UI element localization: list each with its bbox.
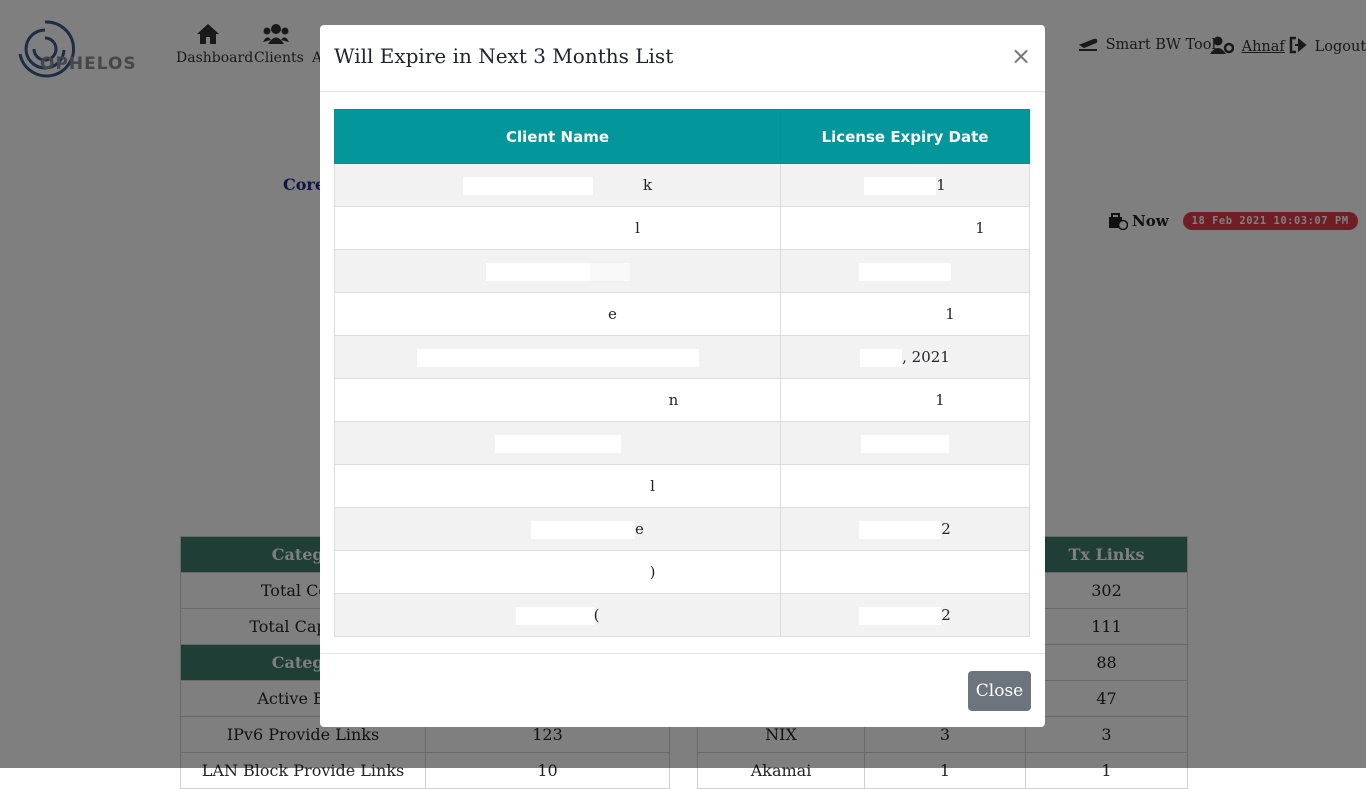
expiry-date-text: 1 [945, 305, 955, 323]
expiry-date-cell: 1 [780, 378, 1030, 422]
redaction-block [859, 262, 951, 281]
modal-header: Will Expire in Next 3 Months List × [320, 25, 1045, 92]
client-name-text: ( [593, 605, 600, 624]
redaction-block [860, 348, 903, 367]
expiry-modal: Will Expire in Next 3 Months List × Clie… [320, 25, 1045, 727]
expiry-date-cell [780, 464, 1030, 508]
redaction-block [485, 262, 590, 281]
table-row: k 1 [334, 163, 1030, 207]
expiry-table: Client Name License Expiry Date k 1 l 1 [334, 109, 1030, 637]
client-name-text: n [668, 391, 679, 409]
client-name-cell: ) [334, 550, 781, 594]
expiry-date-text: , 2021 [902, 347, 950, 366]
expiry-date-text [870, 563, 940, 581]
table-row: l 1 [334, 206, 1030, 250]
expiry-date-cell [780, 550, 1030, 594]
redaction-block [515, 606, 594, 625]
expiry-date-cell: 2 [780, 507, 1030, 551]
table-row: l [334, 464, 1030, 508]
client-name-cell: e [334, 507, 781, 551]
client-name-text: l [635, 219, 640, 237]
expiry-date-text: 1 [975, 219, 985, 237]
client-name-cell [334, 335, 781, 379]
client-name-cell: ( [334, 593, 781, 637]
client-name-cell [334, 249, 781, 293]
expiry-date-cell [780, 249, 1030, 293]
redaction-block [462, 176, 593, 195]
expiry-date-text: 2 [941, 605, 951, 624]
table-header-row: Client Name License Expiry Date [334, 109, 1030, 164]
expiry-date-text: 1 [936, 175, 946, 194]
expiry-date-cell: 2 [780, 593, 1030, 637]
column-header-client-name: Client Name [334, 109, 781, 164]
expiry-date-cell: 1 [780, 292, 1030, 336]
redaction-block [416, 348, 699, 367]
table-row: , 2021 [334, 335, 1030, 379]
expiry-date-cell: 1 [780, 163, 1030, 207]
table-row: e 2 [334, 507, 1030, 551]
client-name-cell: l [334, 464, 781, 508]
redaction-block [940, 477, 960, 496]
close-icon[interactable]: × [1009, 43, 1033, 69]
client-name-cell: l [334, 206, 781, 250]
column-header-license-expiry-date: License Expiry Date [780, 109, 1030, 164]
close-button[interactable]: Close [968, 671, 1031, 711]
table-row: ( 2 [334, 593, 1030, 637]
table-row [334, 421, 1030, 465]
expiry-date-cell: 1 [780, 206, 1030, 250]
client-name-text: k [642, 175, 653, 194]
table-row [334, 249, 1030, 293]
expiry-date-text: 2 [941, 519, 951, 538]
redaction-block [589, 262, 630, 281]
modal-footer: Close [320, 653, 1045, 728]
table-row: e 1 [334, 292, 1030, 336]
redaction-block [531, 520, 636, 539]
expiry-date-cell: , 2021 [780, 335, 1030, 379]
redaction-block [864, 176, 937, 195]
redaction-block [859, 606, 942, 625]
client-name-text: ) [649, 563, 656, 581]
expiry-date-cell [780, 421, 1030, 465]
expiry-date-text: 1 [935, 391, 945, 409]
redaction-block [494, 434, 621, 453]
modal-title: Will Expire in Next 3 Months List [334, 44, 674, 68]
modal-body: Client Name License Expiry Date k 1 l 1 [334, 109, 1030, 637]
client-name-cell [334, 421, 781, 465]
client-name-text: e [608, 305, 617, 323]
table-row: ) [334, 550, 1030, 594]
redaction-block [859, 520, 942, 539]
client-name-cell: e [334, 292, 781, 336]
client-name-text: e [635, 519, 644, 538]
client-name-cell: k [334, 163, 781, 207]
client-name-text: l [650, 477, 655, 495]
table-row: n 1 [334, 378, 1030, 422]
client-name-cell: n [334, 378, 781, 422]
redaction-block [861, 434, 949, 453]
